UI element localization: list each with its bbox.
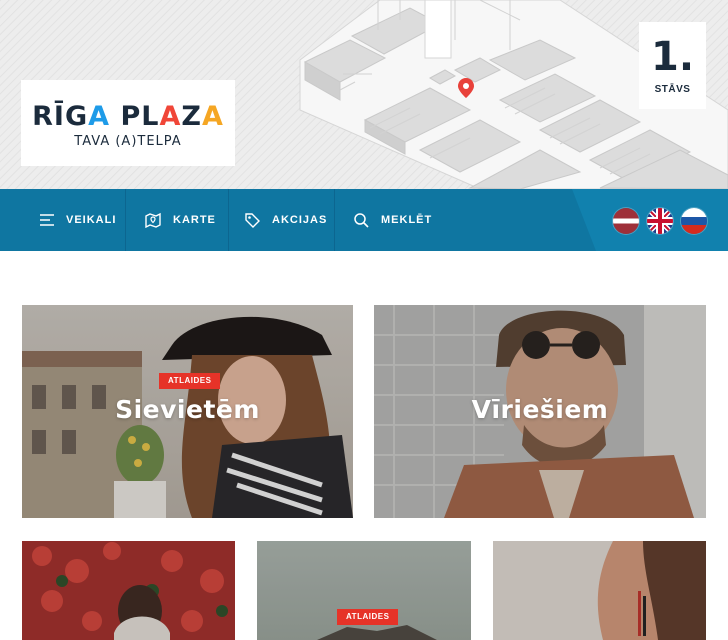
- discount-badge: ATLAIDES: [159, 373, 221, 389]
- logo-tagline: TAVA (A)TELPA: [74, 134, 182, 149]
- nav-item-map[interactable]: KARTE: [145, 189, 216, 251]
- nav-label-search: MEKLĒT: [381, 214, 433, 226]
- category-card-men[interactable]: Vīriešiem: [374, 305, 706, 518]
- category-card-5[interactable]: [493, 541, 706, 640]
- nav-divider: [125, 189, 126, 251]
- nav-item-search[interactable]: MEKLĒT: [354, 189, 432, 251]
- nav-label-offers: AKCIJAS: [272, 214, 328, 226]
- category-card-3[interactable]: [22, 541, 235, 640]
- logo[interactable]: RĪGA PLAZA TAVA (A)TELPA: [21, 80, 235, 166]
- floor-map[interactable]: RĪGA PLAZA TAVA (A)TELPA 1. STĀVS: [0, 0, 728, 189]
- flowers-photo: [22, 541, 235, 640]
- nav-label-map: KARTE: [173, 214, 216, 226]
- nav-label-shops: VEIKALI: [66, 214, 117, 226]
- uk-flag-icon: [647, 208, 673, 234]
- search-icon: [354, 212, 369, 228]
- latvia-flag-icon: [613, 208, 639, 234]
- language-lv[interactable]: [613, 208, 639, 234]
- category-title: Vīriešiem: [471, 395, 609, 424]
- category-card-women[interactable]: ATLAIDES Sievietēm: [22, 305, 353, 518]
- page: RĪGA PLAZA TAVA (A)TELPA 1. STĀVS VEIKAL…: [0, 0, 728, 640]
- nav-divider: [334, 189, 335, 251]
- russia-flag-icon: [681, 208, 707, 234]
- nav-item-shops[interactable]: VEIKALI: [40, 189, 116, 251]
- menu-icon: [40, 214, 54, 226]
- floor-label: STĀVS: [654, 84, 691, 95]
- nav-divider: [228, 189, 229, 251]
- category-title: Sievietēm: [115, 395, 260, 424]
- landscape-photo: [257, 541, 471, 640]
- nav-item-offers[interactable]: AKCIJAS: [245, 189, 327, 251]
- language-ru[interactable]: [681, 208, 707, 234]
- language-en[interactable]: [647, 208, 673, 234]
- floor-number: 1.: [650, 34, 695, 80]
- accessories-photo: [493, 541, 706, 640]
- logo-wordmark: RĪGA PLAZA: [32, 101, 224, 132]
- map-icon: [145, 212, 161, 228]
- category-card-4[interactable]: ATLAIDES: [257, 541, 471, 640]
- floor-selector[interactable]: 1. STĀVS: [639, 22, 706, 109]
- tag-icon: [245, 212, 260, 228]
- discount-badge: ATLAIDES: [337, 609, 399, 625]
